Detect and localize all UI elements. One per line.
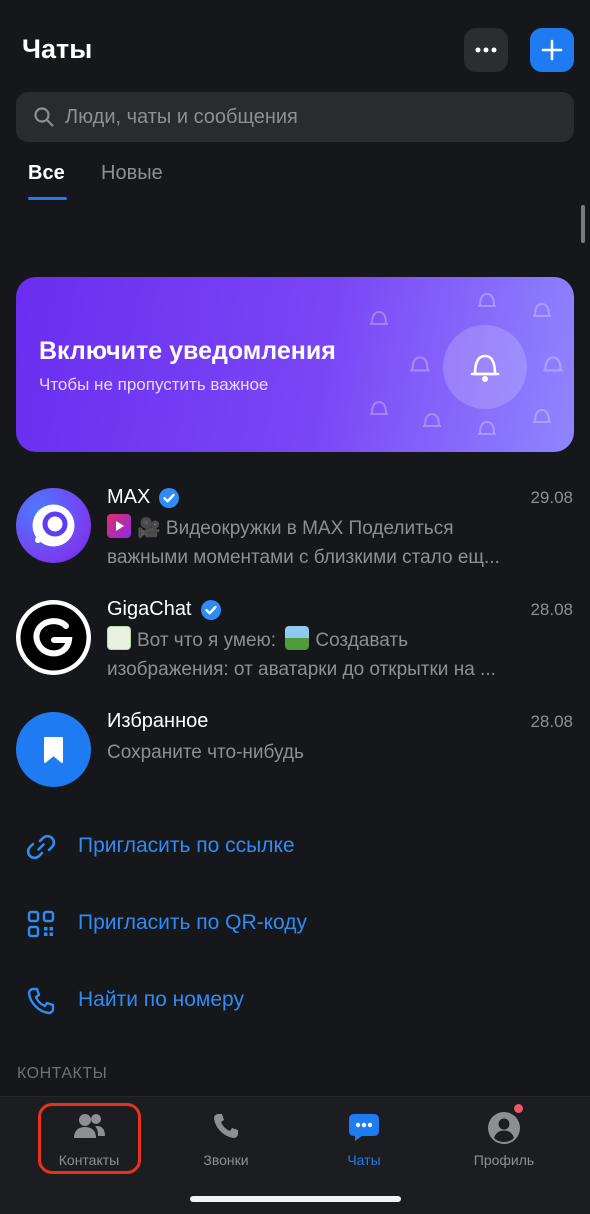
chat-name: MAX <box>107 486 180 509</box>
chat-name: GigaChat <box>107 598 222 621</box>
tab-label: Чаты <box>347 1152 381 1168</box>
banner-title: Включите уведомления <box>39 337 336 365</box>
action-label: Пригласить по QR-коду <box>78 911 308 934</box>
plus-icon <box>541 39 563 61</box>
tab-all[interactable]: Все <box>28 162 65 185</box>
tab-chats[interactable]: Чаты <box>299 1097 429 1187</box>
avatar <box>16 712 91 787</box>
avatar <box>16 600 91 675</box>
bell-icon <box>533 302 551 317</box>
chat-preview: Сохраните что-нибудь <box>107 738 552 767</box>
preview-line-1: Сохраните что-нибудь <box>107 742 304 763</box>
tab-label: Контакты <box>58 1152 120 1168</box>
tab-profile[interactable]: Профиль <box>439 1097 569 1187</box>
phone-icon <box>27 987 55 1015</box>
contacts-section-label: КОНТАКТЫ <box>17 1065 108 1082</box>
action-label: Пригласить по ссылке <box>78 834 295 857</box>
home-indicator <box>190 1196 401 1202</box>
chat-item-gigachat[interactable]: GigaChat 28.08 Вот что я умею: Создавать… <box>0 598 590 710</box>
active-tab-indicator <box>28 197 67 200</box>
gigachat-logo-icon <box>20 604 87 671</box>
bookmark-icon <box>44 737 63 763</box>
preview-line-2: важными моментами с близкими стало ещ... <box>107 547 500 568</box>
search-bar[interactable] <box>16 92 574 142</box>
search-icon <box>34 107 54 127</box>
bell-icon <box>423 412 441 427</box>
verified-badge-icon <box>158 487 180 509</box>
chat-date: 28.08 <box>530 600 573 619</box>
chat-name-text: MAX <box>107 486 151 508</box>
bell-icon <box>470 354 500 382</box>
tab-new[interactable]: Новые <box>101 162 163 185</box>
invite-by-qr-button[interactable]: Пригласить по QR-коду <box>0 899 590 949</box>
chat-item-favorites[interactable]: Избранное 28.08 Сохраните что-нибудь <box>0 710 590 822</box>
avatar <box>16 488 91 563</box>
notification-badge <box>514 1104 523 1113</box>
chat-name-text: Избранное <box>107 710 209 732</box>
scrollbar[interactable] <box>581 205 585 243</box>
bell-icon <box>370 400 388 415</box>
chat-name-text: GigaChat <box>107 598 192 620</box>
play-icon <box>107 514 131 538</box>
preview-line-1b: Создавать <box>315 630 408 651</box>
phone-icon <box>214 1114 238 1138</box>
header: Чаты <box>0 24 590 80</box>
bell-icon <box>478 292 496 307</box>
tab-contacts[interactable]: Контакты <box>24 1097 154 1187</box>
tab-label: Звонки <box>203 1152 249 1168</box>
landscape-image-icon <box>285 626 310 650</box>
ellipsis-icon <box>475 47 497 53</box>
chat-bubble-icon <box>349 1114 379 1141</box>
chats-screen: Чаты Все Новые <box>0 0 590 1214</box>
search-input[interactable] <box>65 105 535 129</box>
invite-by-link-button[interactable]: Пригласить по ссылке <box>0 822 590 872</box>
banner-subtitle: Чтобы не пропустить важное <box>39 375 269 394</box>
notifications-banner[interactable]: Включите уведомления Чтобы не пропустить… <box>16 277 574 452</box>
enable-notifications-button[interactable] <box>443 325 527 409</box>
preview-line-1: 🎥 Видеокружки в MAX Поделиться <box>137 518 454 539</box>
link-icon <box>26 834 56 860</box>
sticker-icon <box>107 626 131 650</box>
preview-line-1: Вот что я умею: <box>137 630 277 651</box>
chat-filter-tabs: Все Новые <box>0 158 590 202</box>
preview-line-2: изображения: от аватарки до открытки на … <box>107 659 496 680</box>
chat-name: Избранное <box>107 710 208 733</box>
action-label: Найти по номеру <box>78 988 244 1011</box>
verified-badge-icon <box>200 599 222 621</box>
tab-label: Профиль <box>473 1152 535 1168</box>
profile-icon <box>488 1112 520 1144</box>
bell-icon <box>533 408 551 423</box>
find-by-number-button[interactable]: Найти по номеру <box>0 976 590 1026</box>
bell-icon <box>410 356 430 372</box>
tab-calls[interactable]: Звонки <box>161 1097 291 1187</box>
qr-code-icon <box>27 910 55 938</box>
bell-icon <box>370 310 388 325</box>
chat-preview: 🎥 Видеокружки в MAX Поделиться важными м… <box>107 514 552 572</box>
chat-date: 28.08 <box>530 712 573 731</box>
more-button[interactable] <box>464 28 508 72</box>
bell-icon <box>543 356 563 372</box>
chat-preview: Вот что я умею: Создавать изображения: о… <box>107 626 552 684</box>
max-logo-icon <box>32 504 75 547</box>
chat-date: 29.08 <box>530 488 573 507</box>
page-title: Чаты <box>22 34 93 64</box>
new-chat-button[interactable] <box>530 28 574 72</box>
bell-icon <box>478 420 496 435</box>
chat-item-max[interactable]: MAX 29.08 🎥 Видеокружки в MAX Поделиться… <box>0 486 590 598</box>
contacts-icon <box>74 1114 105 1138</box>
